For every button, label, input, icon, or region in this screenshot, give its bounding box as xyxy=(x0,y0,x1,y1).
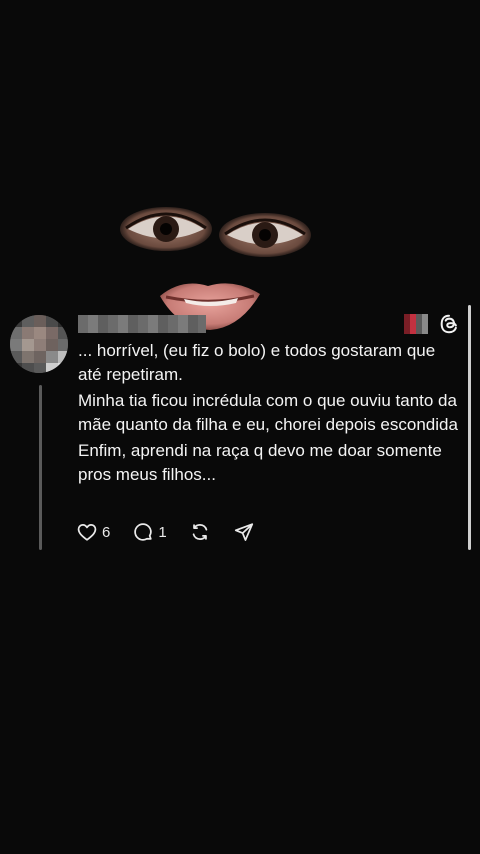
reply-count: 1 xyxy=(158,523,167,541)
thread-connector-line xyxy=(39,385,42,550)
avatar[interactable] xyxy=(10,315,68,373)
post-paragraph: Enfim, aprendi na raça q devo me doar so… xyxy=(78,441,442,484)
like-button[interactable]: 6 xyxy=(76,521,110,543)
username-blurred[interactable] xyxy=(78,315,206,333)
post-paragraph: ... horrível, (eu fiz o bolo) e todos go… xyxy=(78,341,436,384)
right-eye xyxy=(219,213,311,257)
heart-icon xyxy=(77,523,97,541)
video-progress-bar xyxy=(468,305,471,550)
repost-button[interactable] xyxy=(189,521,211,543)
threads-post[interactable]: ... horrível, (eu fiz o bolo) e todos go… xyxy=(0,305,480,555)
timestamp-blurred xyxy=(404,314,428,334)
reply-button[interactable]: 1 xyxy=(132,521,167,543)
post-actions: 6 1 xyxy=(76,519,277,545)
left-eye xyxy=(120,207,212,251)
send-icon xyxy=(234,523,253,541)
video-frame: ... horrível, (eu fiz o bolo) e todos go… xyxy=(0,0,480,854)
post-body: ... horrível, (eu fiz o bolo) e todos go… xyxy=(78,339,463,489)
like-count: 6 xyxy=(102,523,111,541)
threads-logo-icon[interactable] xyxy=(438,313,460,335)
share-button[interactable] xyxy=(233,521,255,543)
repost-icon xyxy=(192,523,207,541)
comment-icon xyxy=(134,523,153,541)
post-paragraph: Minha tia ficou incrédula com o que ouvi… xyxy=(78,391,458,434)
